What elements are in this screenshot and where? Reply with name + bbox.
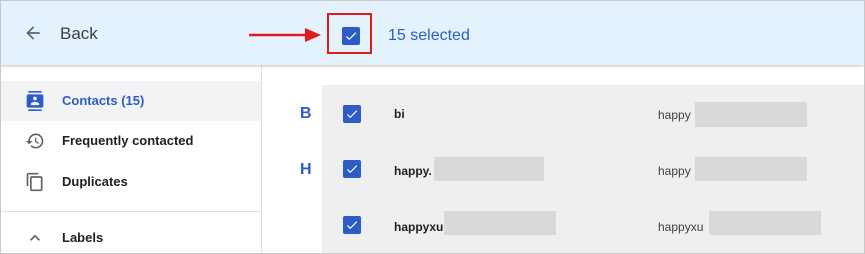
contact-email: happy [658, 164, 691, 178]
contact-list: B bi happy H happy. happy happyxu happyx… [262, 65, 864, 253]
checkmark-icon [346, 221, 358, 230]
checkmark-icon [346, 165, 358, 174]
app-window: Back 15 selected Contacts (15) Frequentl… [0, 0, 865, 254]
duplicates-icon [26, 172, 43, 192]
checkmark-icon [345, 32, 357, 41]
contact-email: happyxu [658, 220, 704, 234]
sidebar-item-label: Contacts (15) [62, 93, 145, 108]
sidebar-item-label: Frequently contacted [62, 133, 194, 148]
contact-checkbox[interactable] [343, 216, 361, 234]
redaction-block [434, 157, 544, 181]
checkmark-icon [346, 110, 358, 119]
section-letter: B [300, 105, 312, 122]
contact-name[interactable]: happyxu [394, 220, 443, 234]
sidebar-divider [1, 211, 261, 212]
redaction-block [695, 102, 807, 127]
history-icon [25, 133, 44, 149]
sidebar-section-label: Labels [62, 230, 104, 245]
redaction-block [444, 211, 556, 235]
section-letter: H [300, 161, 312, 178]
chevron-up-icon [30, 234, 40, 241]
pointer-arrow-annotation [249, 28, 321, 42]
sidebar-item-frequently-contacted[interactable]: Frequently contacted [1, 121, 261, 161]
select-all-checkbox[interactable] [342, 27, 360, 45]
selected-count: 15 selected [388, 27, 470, 44]
contacts-icon [26, 91, 44, 111]
contact-name[interactable]: bi [394, 107, 405, 121]
redaction-block [709, 211, 821, 235]
sidebar-item-contacts[interactable]: Contacts (15) [1, 81, 261, 121]
contact-email: happy [658, 108, 691, 122]
contact-checkbox[interactable] [343, 160, 361, 178]
sidebar-item-duplicates[interactable]: Duplicates [1, 162, 261, 202]
sidebar: Contacts (15) Frequently contacted Dupli… [1, 65, 262, 253]
sidebar-section-labels[interactable]: Labels [1, 218, 261, 253]
sidebar-item-label: Duplicates [62, 174, 128, 189]
contact-name[interactable]: happy. [394, 164, 432, 178]
back-arrow-icon[interactable] [23, 23, 43, 43]
selection-header: Back 15 selected [1, 1, 864, 65]
redaction-block [695, 157, 807, 181]
back-button[interactable]: Back [60, 24, 98, 44]
contact-checkbox[interactable] [343, 105, 361, 123]
